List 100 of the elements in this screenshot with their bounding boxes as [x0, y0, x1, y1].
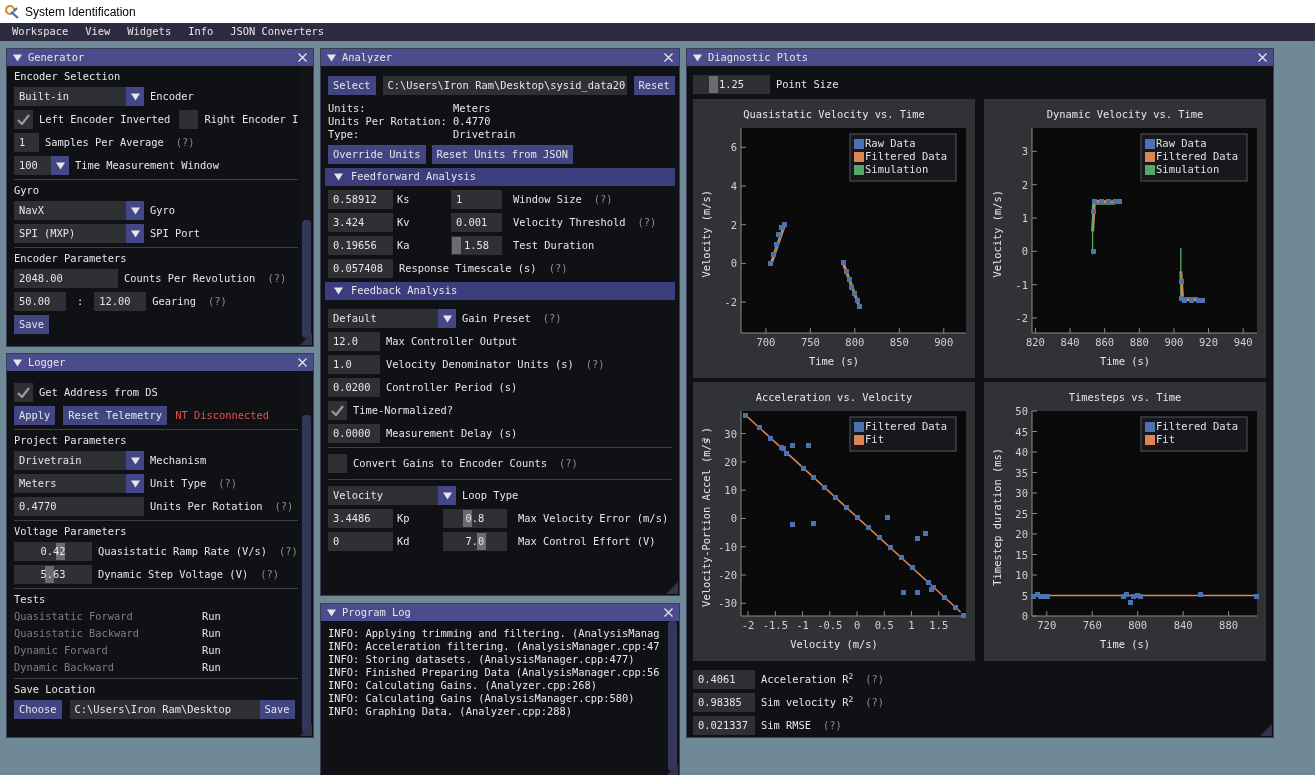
input-field[interactable]: 0.58912 — [328, 190, 393, 209]
resize-grip-icon[interactable] — [300, 724, 312, 736]
resize-grip-icon[interactable] — [1260, 724, 1272, 736]
checkbox[interactable] — [328, 454, 347, 473]
help-marker[interactable]: (?) — [208, 293, 227, 310]
resize-grip-icon[interactable] — [666, 764, 678, 775]
help-marker[interactable]: (?) — [585, 356, 605, 373]
button[interactable]: Save — [259, 700, 295, 719]
menu-item[interactable]: Info — [188, 24, 214, 40]
button[interactable]: Reset Units from JSON — [431, 145, 573, 164]
menu-item[interactable]: Widgets — [127, 24, 172, 40]
scrollbar[interactable] — [667, 621, 678, 775]
help-marker[interactable]: (?) — [542, 310, 562, 327]
collapsing-header[interactable]: Feedforward Analysis — [325, 168, 675, 186]
help-marker[interactable]: (?) — [267, 270, 287, 287]
scrollbar-thumb[interactable] — [302, 220, 311, 338]
help-marker[interactable]: (?) — [278, 543, 298, 560]
button[interactable]: Save — [14, 315, 50, 334]
button[interactable]: Reset — [633, 76, 675, 95]
button[interactable]: Choose — [14, 700, 62, 719]
checkbox[interactable] — [14, 383, 33, 402]
help-marker[interactable]: (?) — [218, 475, 238, 492]
slider[interactable]: 0.42 — [14, 542, 92, 561]
close-icon[interactable] — [664, 53, 673, 62]
input-field[interactable]: C:\Users\Iron Ram\Desktop\sysid_data20 — [382, 76, 627, 95]
menu-item[interactable]: View — [85, 24, 111, 40]
checkbox-label: Convert Gains to Encoder Counts — [353, 455, 547, 471]
button[interactable]: Apply — [14, 406, 56, 425]
input-field[interactable]: 3.4486 — [328, 509, 393, 528]
slider[interactable]: 5.63 — [14, 565, 92, 584]
close-icon[interactable] — [298, 53, 307, 62]
help-marker[interactable]: (?) — [865, 671, 885, 688]
help-marker[interactable]: (?) — [558, 455, 578, 472]
data-point — [743, 413, 748, 418]
slider[interactable]: 1.25 — [693, 75, 770, 94]
tick-label: 6 — [730, 141, 737, 154]
input-field[interactable]: 12.00 — [94, 292, 147, 311]
close-icon[interactable] — [298, 358, 307, 367]
help-marker[interactable]: (?) — [865, 694, 885, 711]
slider[interactable]: 7.0 — [443, 532, 507, 551]
input-field[interactable]: 50.00 — [14, 292, 66, 311]
checkbox[interactable] — [14, 110, 33, 129]
input-field[interactable]: 1 — [14, 133, 39, 152]
resize-grip-icon[interactable] — [666, 582, 678, 594]
input-field[interactable]: 0.001 — [451, 213, 502, 232]
help-marker[interactable]: (?) — [593, 191, 613, 208]
input-field[interactable]: 12.0 — [328, 332, 380, 351]
scrollbar[interactable] — [301, 371, 312, 737]
input-field[interactable]: 0.0000 — [328, 424, 380, 443]
input-field[interactable]: 2048.00 — [14, 269, 118, 288]
input-field[interactable]: 0.057408 — [328, 259, 393, 278]
data-point — [1254, 594, 1259, 599]
tick-label: 720 — [1037, 619, 1057, 630]
button[interactable]: Reset Telemetry — [63, 406, 168, 425]
panel-title-bar[interactable]: Diagnostic Plots — [687, 49, 1273, 66]
button[interactable]: Select — [328, 76, 376, 95]
slider-thumb[interactable] — [709, 76, 719, 93]
input-field[interactable]: 0.19656 — [328, 236, 393, 255]
help-marker[interactable]: (?) — [274, 498, 294, 515]
legend-label: Filtered Data — [865, 420, 948, 432]
slider[interactable]: 0.8 — [443, 509, 507, 528]
input-field[interactable]: 0.4770 — [14, 497, 144, 516]
slider[interactable]: 1.58 — [451, 236, 502, 255]
panel-title-bar[interactable]: Generator — [7, 49, 313, 66]
slider-thumb[interactable] — [451, 237, 461, 254]
close-icon[interactable] — [664, 608, 673, 617]
help-marker[interactable]: (?) — [175, 134, 195, 151]
tick-label: -0.5 — [817, 619, 843, 630]
panel-title-bar[interactable]: Logger — [7, 354, 313, 371]
collapsing-header[interactable]: Feedback Analysis — [325, 282, 675, 300]
data-point — [910, 565, 915, 570]
menu-item[interactable]: JSON Converters — [230, 24, 324, 40]
help-marker[interactable]: (?) — [260, 566, 279, 583]
tick-label: 900 — [934, 336, 954, 347]
panel-title-bar[interactable]: Program Log — [321, 604, 679, 621]
input-field[interactable]: 3.424 — [328, 213, 393, 232]
input-field[interactable]: 0.021337 — [693, 716, 755, 735]
input-field[interactable]: 0 — [328, 532, 393, 551]
input-field[interactable]: 0.4061 — [693, 670, 755, 689]
button[interactable]: Override Units — [328, 145, 426, 164]
scrollbar[interactable] — [301, 66, 312, 346]
input-field[interactable]: 0.0200 — [328, 378, 380, 397]
input-field[interactable]: 1 — [451, 190, 502, 209]
info-value: Meters — [453, 102, 491, 115]
resize-grip-icon[interactable] — [300, 333, 312, 345]
input-field[interactable]: 1.0 — [328, 355, 380, 374]
checkbox[interactable] — [328, 401, 347, 420]
input-field[interactable]: 0.98385 — [693, 693, 755, 712]
help-marker[interactable]: (?) — [823, 717, 842, 734]
menu-item[interactable]: Workspace — [12, 24, 69, 40]
panel-title-bar[interactable]: Analyzer — [321, 49, 679, 66]
scrollbar-thumb[interactable] — [668, 621, 677, 771]
scrollbar-thumb[interactable] — [302, 414, 311, 734]
caret-icon — [130, 229, 140, 238]
checkbox[interactable] — [179, 110, 199, 129]
help-marker[interactable]: (?) — [637, 214, 657, 231]
tick-label: 880 — [1129, 336, 1149, 347]
help-marker[interactable]: (?) — [548, 260, 568, 277]
input-field[interactable]: C:\Users\Iron Ram\Desktop — [69, 700, 260, 719]
close-icon[interactable] — [1258, 53, 1267, 62]
